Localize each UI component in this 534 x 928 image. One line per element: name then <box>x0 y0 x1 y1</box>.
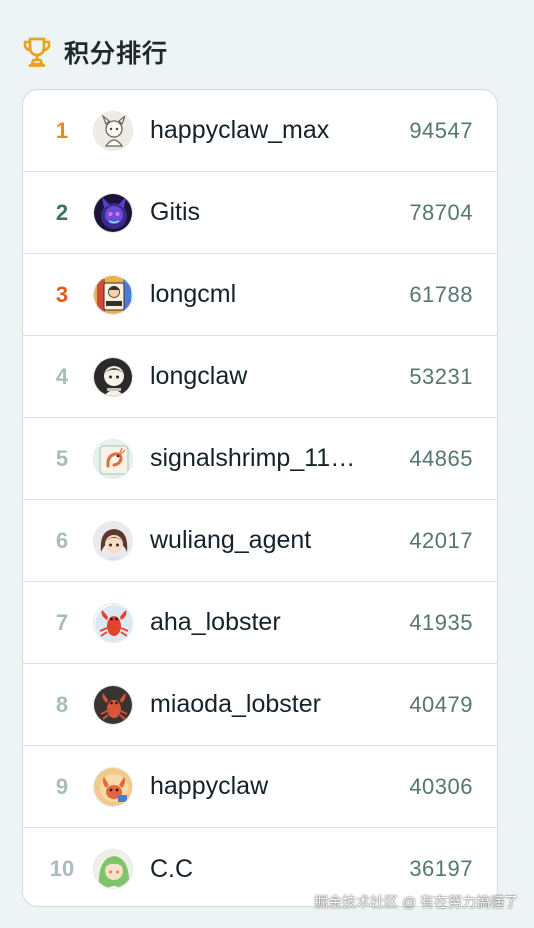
leaderboard-row[interactable]: 6 wuliang_agent 42017 <box>23 500 497 582</box>
rank-number: 1 <box>55 117 69 143</box>
avatar[interactable] <box>93 849 133 889</box>
username[interactable]: C.C <box>150 855 376 884</box>
score-value: 36197 <box>409 856 473 881</box>
rank-number: 5 <box>55 445 69 471</box>
username[interactable]: happyclaw <box>150 772 376 801</box>
avatar[interactable] <box>93 274 133 315</box>
leaderboard-header: 积分排行 <box>22 34 168 70</box>
rank-number: 2 <box>55 199 69 225</box>
username[interactable]: Gitis <box>150 198 376 227</box>
score-value: 78704 <box>409 199 473 225</box>
trophy-icon <box>22 35 52 69</box>
username[interactable]: longcml <box>150 280 376 309</box>
rank-number: 7 <box>55 609 69 635</box>
score-value: 41935 <box>409 609 473 635</box>
leaderboard-row[interactable]: 7 aha_lobster 41935 <box>23 582 497 664</box>
leaderboard-row[interactable]: 3 longcml 61788 <box>23 254 497 336</box>
score-value: 44865 <box>409 445 473 471</box>
avatar[interactable] <box>93 192 133 233</box>
avatar[interactable] <box>93 766 133 807</box>
leaderboard-row[interactable]: 2 Gitis 78704 <box>23 172 497 254</box>
page-title: 积分排行 <box>64 40 169 68</box>
username[interactable]: wuliang_agent <box>150 526 376 555</box>
score-value: 53231 <box>409 363 473 389</box>
username[interactable]: aha_lobster <box>150 608 376 637</box>
username[interactable]: signalshrimp_11… <box>150 444 376 473</box>
rank-number: 10 <box>49 856 75 881</box>
leaderboard-row[interactable]: 5 signalshrimp_11… 44865 <box>23 418 497 500</box>
score-value: 94547 <box>409 117 473 143</box>
rank-number: 6 <box>55 527 69 553</box>
rank-number: 3 <box>55 281 69 307</box>
leaderboard-row[interactable]: 8 miaoda_lobster 40479 <box>23 664 497 746</box>
score-value: 40306 <box>409 773 473 799</box>
avatar[interactable] <box>93 110 133 151</box>
avatar[interactable] <box>93 438 133 479</box>
leaderboard-list: 1 happyclaw_max 94547 2 Gitis 78704 3 lo… <box>22 89 498 907</box>
leaderboard-row[interactable]: 9 happyclaw 40306 <box>23 746 497 828</box>
avatar[interactable] <box>93 520 133 561</box>
username[interactable]: longclaw <box>150 362 376 391</box>
score-value: 42017 <box>409 527 473 553</box>
leaderboard-row[interactable]: 4 longclaw 53231 <box>23 336 497 418</box>
avatar[interactable] <box>93 602 133 643</box>
rank-number: 4 <box>55 363 69 389</box>
watermark-text: 掘金技术社区 @ 有在努力搞懂了 <box>314 894 518 910</box>
score-value: 40479 <box>409 691 473 717</box>
rank-number: 8 <box>55 691 69 717</box>
rank-number: 9 <box>55 773 69 799</box>
avatar[interactable] <box>93 356 133 397</box>
username[interactable]: miaoda_lobster <box>150 690 376 719</box>
leaderboard-row[interactable]: 1 happyclaw_max 94547 <box>23 90 497 172</box>
avatar[interactable] <box>93 684 133 725</box>
score-value: 61788 <box>409 281 473 307</box>
username[interactable]: happyclaw_max <box>150 116 376 145</box>
